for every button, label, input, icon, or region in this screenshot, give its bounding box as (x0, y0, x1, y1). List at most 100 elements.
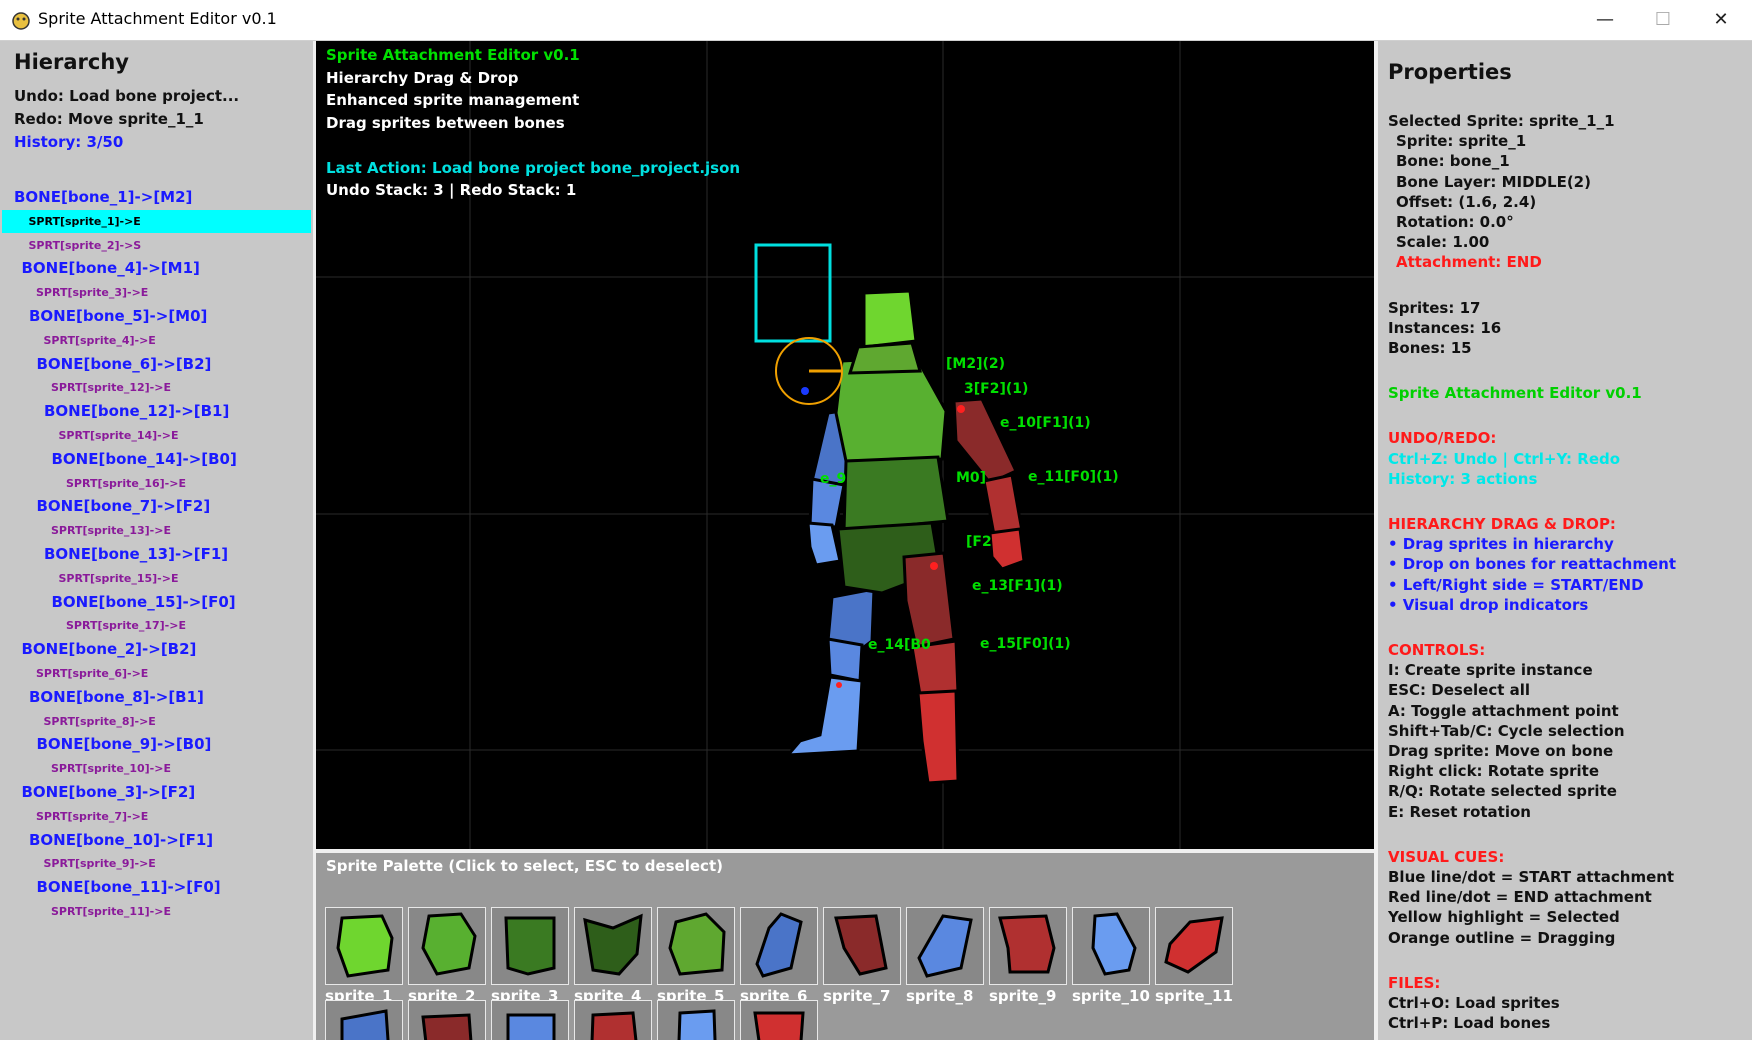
palette-tile[interactable] (657, 1000, 735, 1040)
hierarchy-item-label: BONE[bone_4]->[M1] (21, 259, 200, 278)
hierarchy-item-label: SPRT[sprite_11]->E (51, 905, 171, 918)
property-line: Bones: 15 (1388, 339, 1472, 357)
properties-panel: Properties Selected Sprite: sprite_1_1 Sp… (1378, 41, 1752, 1040)
sprite-hand-right (988, 527, 1026, 571)
redo-status: Redo: Move sprite_1_1 (14, 110, 204, 128)
palette-tile-label: sprite_9 (989, 987, 1057, 1005)
palette-tile[interactable] (740, 907, 818, 985)
viewport-info-line: Last Action: Load bone project bone_proj… (326, 158, 741, 177)
hierarchy-sprite-item[interactable]: SPRT[sprite_4]->E (2, 329, 311, 352)
palette-tile[interactable] (989, 907, 1067, 985)
palette-sprite-thumbnail (421, 1013, 473, 1040)
palette-sprite-thumbnail (506, 1013, 556, 1040)
end-attachment-dot-1 (957, 405, 965, 413)
hierarchy-bone-item[interactable]: BONE[bone_5]->[M0] (2, 305, 311, 328)
palette-sprite-thumbnail (583, 913, 643, 976)
palette-tile[interactable] (491, 1000, 569, 1040)
palette-tile[interactable] (491, 907, 569, 985)
hierarchy-bone-item[interactable]: BONE[bone_15]->[F0] (2, 591, 311, 614)
palette-tile[interactable] (574, 907, 652, 985)
palette-tile[interactable] (740, 1000, 818, 1040)
hierarchy-item-label: BONE[bone_2]->[B2] (21, 640, 197, 659)
hierarchy-bone-item[interactable]: BONE[bone_11]->[F0] (2, 876, 311, 899)
start-attachment-dot (801, 387, 809, 395)
hierarchy-item-label: SPRT[sprite_10]->E (51, 762, 171, 776)
bone-label: e_13[F1](1) (972, 578, 1063, 594)
palette-tile[interactable] (1072, 907, 1150, 985)
hierarchy-sprite-item[interactable]: SPRT[sprite_8]->E (2, 710, 311, 733)
hierarchy-item-label: SPRT[sprite_7]->E (36, 809, 149, 823)
palette-tile[interactable] (574, 1000, 652, 1040)
hierarchy-sprite-item[interactable]: SPRT[sprite_10]->E (2, 757, 311, 780)
palette-sprite-thumbnail (421, 912, 477, 976)
hierarchy-bone-item[interactable]: BONE[bone_6]->[B2] (2, 353, 311, 376)
hierarchy-item-label: SPRT[sprite_13]->E (51, 524, 171, 538)
sprite-forearm-right (982, 473, 1024, 537)
hierarchy-sprite-item[interactable]: SPRT[sprite_16]->E (2, 472, 311, 495)
maximize-button[interactable]: ☐ (1634, 0, 1692, 40)
hierarchy-sprite-item[interactable]: SPRT[sprite_2]->S (2, 234, 311, 257)
hierarchy-sprite-item[interactable]: SPRT[sprite_15]->E (2, 567, 311, 590)
palette-tile[interactable] (657, 907, 735, 985)
hierarchy-bone-item[interactable]: BONE[bone_10]->[F1] (2, 829, 311, 852)
palette-sprite-thumbnail (834, 914, 888, 976)
property-line: Rotation: 0.0° (1396, 213, 1514, 231)
selection-highlight (754, 243, 832, 343)
hierarchy-bone-item[interactable]: BONE[bone_9]->[B0] (2, 733, 311, 756)
property-line: CONTROLS: (1388, 641, 1486, 659)
hierarchy-item-label: BONE[bone_10]->[F1] (29, 830, 214, 849)
hierarchy-panel: Hierarchy Undo: Load bone project... Red… (0, 41, 313, 1040)
hierarchy-bone-item[interactable]: BONE[bone_1]->[M2] (2, 186, 311, 209)
property-line: Drag sprite: Move on bone (1388, 742, 1614, 760)
hierarchy-item-label: SPRT[sprite_2]->S (28, 238, 142, 252)
palette-tile[interactable] (408, 1000, 486, 1040)
hierarchy-bone-item[interactable]: BONE[bone_12]->[B1] (2, 400, 311, 423)
palette-tile[interactable] (325, 907, 403, 985)
property-line: • Drop on bones for reattachment (1388, 555, 1677, 574)
property-line: Scale: 1.00 (1396, 233, 1490, 252)
minimize-button[interactable]: — (1576, 0, 1634, 40)
hierarchy-sprite-item[interactable]: SPRT[sprite_13]->E (2, 519, 311, 542)
palette-tile[interactable] (408, 907, 486, 985)
properties-title: Properties (1388, 60, 1512, 84)
hierarchy-sprite-item[interactable]: SPRT[sprite_1]->E (2, 209, 311, 233)
hierarchy-sprite-item[interactable]: SPRT[sprite_12]->E (2, 376, 311, 399)
palette-tile-label: sprite_7 (823, 987, 891, 1005)
hierarchy-bone-item[interactable]: BONE[bone_14]->[B0] (2, 448, 311, 471)
hierarchy-bone-item[interactable]: BONE[bone_8]->[B1] (2, 686, 311, 709)
hierarchy-item-label: BONE[bone_11]->[F0] (36, 878, 221, 897)
hierarchy-sprite-item[interactable]: SPRT[sprite_6]->E (2, 662, 311, 685)
hierarchy-bone-item[interactable]: BONE[bone_2]->[B2] (2, 638, 311, 661)
property-line: ESC: Deselect all (1388, 681, 1531, 700)
hierarchy-sprite-item[interactable]: SPRT[sprite_3]->E (2, 281, 311, 304)
hierarchy-item-label: BONE[bone_3]->[F2] (21, 783, 196, 801)
palette-tile[interactable] (1155, 907, 1233, 985)
hierarchy-bone-item[interactable]: BONE[bone_3]->[F2] (2, 781, 311, 804)
hierarchy-sprite-item[interactable]: SPRT[sprite_17]->E (2, 614, 311, 637)
sprite-foot-right (916, 689, 960, 785)
hierarchy-bone-item[interactable]: BONE[bone_4]->[M1] (2, 257, 311, 280)
hierarchy-item-label: BONE[bone_9]->[B0] (36, 735, 212, 754)
hierarchy-bone-item[interactable]: BONE[bone_7]->[F2] (2, 495, 311, 518)
property-line: I: Create sprite instance (1388, 661, 1593, 680)
undo-status: Undo: Load bone project... (14, 87, 240, 105)
property-line: VISUAL CUES: (1388, 847, 1505, 866)
palette-tile[interactable] (906, 907, 984, 985)
bone-label: [M2](2) (946, 356, 1006, 372)
app-icon (12, 12, 30, 30)
hierarchy-bone-item[interactable]: BONE[bone_13]->[F1] (2, 543, 311, 566)
end-attachment-dot-2 (930, 562, 938, 570)
property-line: Attachment: END (1396, 253, 1542, 272)
property-line: • Visual drop indicators (1388, 595, 1589, 614)
close-button[interactable]: ✕ (1692, 0, 1750, 40)
palette-tile[interactable] (325, 1000, 403, 1040)
hierarchy-sprite-item[interactable]: SPRT[sprite_14]->E (2, 424, 311, 447)
hierarchy-sprite-item[interactable]: SPRT[sprite_9]->E (2, 852, 311, 875)
bone-label: [F2 (966, 534, 992, 550)
palette-tile[interactable] (823, 907, 901, 985)
property-line: • Left/Right side = START/END (1388, 575, 1644, 594)
property-line: Sprite Attachment Editor v0.1 (1388, 384, 1642, 403)
hierarchy-sprite-item[interactable]: SPRT[sprite_11]->E (2, 900, 311, 923)
viewport-canvas[interactable]: Sprite Attachment Editor v0.1 Hierarchy D… (316, 41, 1374, 849)
hierarchy-sprite-item[interactable]: SPRT[sprite_7]->E (2, 805, 311, 828)
